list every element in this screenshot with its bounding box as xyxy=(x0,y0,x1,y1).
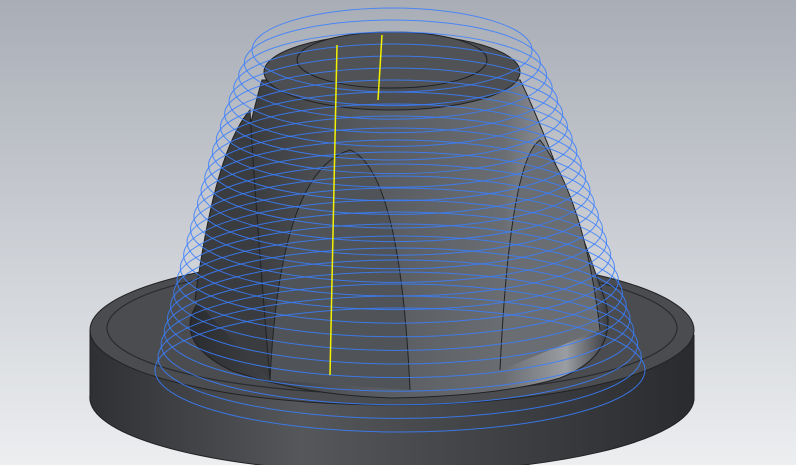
cam-3d-viewport[interactable] xyxy=(0,0,796,465)
